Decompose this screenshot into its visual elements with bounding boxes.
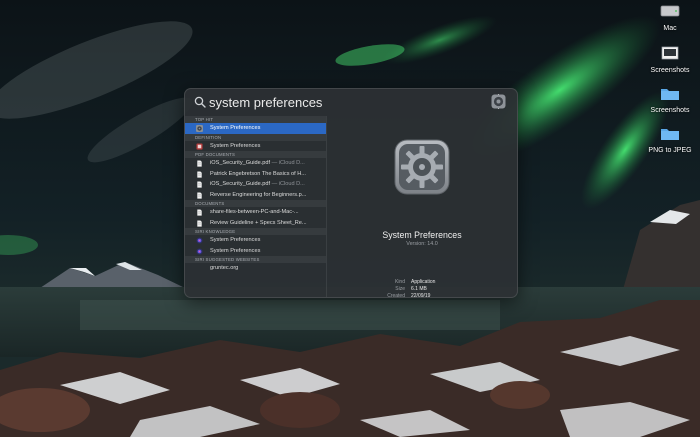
result-title: Patrick Engebretson The Basics of H...	[210, 170, 306, 177]
desktop-item-label: Screenshots	[650, 67, 690, 74]
result-title: share-files-between-PC-and-Mac-...	[210, 209, 299, 215]
metadata-key: Created	[387, 293, 405, 298]
section-header: SIRI SUGGESTED WEBSITES	[185, 256, 326, 263]
result-title: System Preferences	[210, 125, 261, 131]
result-title: iOS_Security_Guide.pdf	[210, 181, 271, 187]
result-item[interactable]: Patrick Engebretson The Basics of H...	[185, 169, 326, 180]
siri-icon	[196, 247, 203, 255]
desktop-item-label: Mac	[663, 25, 677, 32]
result-label: System Preferences	[210, 141, 260, 152]
section-header: SIRI KNOWLEDGE	[185, 228, 326, 235]
result-label: iOS_Security_Guide.pdf — iCloud D...	[210, 179, 305, 190]
result-item[interactable]: gruntec.org	[185, 263, 326, 274]
desktop-item-label: PNG to JPEG	[648, 147, 692, 154]
metadata-row: Kind Application	[367, 279, 507, 286]
metadata-key: Kind	[394, 279, 405, 285]
result-item[interactable]: Reverse Engineering for Beginners.p...	[185, 190, 326, 201]
result-label: Patrick Engebretson The Basics of H...	[210, 169, 306, 180]
gear-icon	[394, 139, 450, 195]
document-icon	[196, 170, 203, 178]
result-item[interactable]: System Preferences	[185, 141, 326, 152]
result-title: System Preferences	[210, 247, 261, 254]
section-header: DOCUMENTS	[185, 200, 326, 207]
section-header: DEFINITION	[185, 133, 326, 141]
preview-metadata: Kind Application Size 6.1 MB Created 22/09/19…	[367, 279, 507, 298]
hard-drive-icon	[660, 5, 680, 17]
result-title: System Preferences	[210, 142, 261, 149]
metadata-row: Created 22/09/19	[367, 293, 507, 298]
section-header: TOP HIT	[185, 116, 326, 123]
document-icon	[196, 181, 203, 188]
result-item[interactable]: System Preferences	[185, 246, 326, 257]
result-label: System Preferences	[210, 246, 260, 257]
metadata-key: Size	[395, 286, 405, 292]
result-title: gruntec.org	[210, 265, 239, 271]
spotlight-search-bar	[185, 89, 517, 115]
document-icon	[196, 191, 203, 199]
gear-icon[interactable]	[491, 94, 506, 109]
result-item[interactable]: share-files-between-PC-and-Mac-...	[185, 207, 326, 218]
result-label: Reverse Engineering for Beginners.p...	[210, 190, 306, 201]
desktop-item-mac[interactable]: Mac	[640, 3, 700, 33]
result-title: iOS_Security_Guide.pdf	[210, 160, 271, 166]
result-label: share-files-between-PC-and-Mac-...	[210, 207, 299, 218]
metadata-value: 6.1 MB	[411, 286, 427, 292]
desktop-item-screenshots-file[interactable]: Screenshots	[640, 45, 700, 75]
siri-icon	[196, 237, 203, 244]
result-label: iOS_Security_Guide.pdf — iCloud D...	[210, 158, 305, 169]
document-icon	[196, 219, 203, 227]
result-label: gruntec.org	[210, 263, 238, 274]
preview-version: Version: 14.0	[406, 241, 438, 247]
result-item[interactable]: iOS_Security_Guide.pdf — iCloud D...	[185, 158, 326, 169]
spotlight-search-input[interactable]	[209, 93, 479, 111]
result-item[interactable]: iOS_Security_Guide.pdf — iCloud D...	[185, 179, 326, 190]
metadata-value: Application	[411, 279, 436, 285]
search-icon	[194, 96, 206, 108]
metadata-value: 22/09/19	[411, 293, 431, 298]
desktop-item-label: Screenshots	[650, 107, 690, 114]
spotlight-panel: TOP HITSystem PreferencesDEFINITIONSyste…	[184, 88, 518, 298]
results-list: TOP HIT System Preferences DEFINITION Syste…	[185, 116, 326, 297]
document-icon	[196, 160, 203, 167]
result-location: — iCloud D...	[270, 160, 305, 166]
document-icon	[196, 209, 203, 216]
result-item[interactable]: System Preferences	[185, 235, 326, 246]
folder-icon	[661, 129, 679, 140]
desktop-item-screenshots-folder[interactable]: Screenshots	[640, 85, 700, 115]
result-label: System Preferences	[210, 123, 260, 134]
result-title: Review Guideline + Specs Sheet_Re...	[210, 219, 307, 226]
folder-icon	[661, 89, 679, 100]
result-title: Reverse Engineering for Beginners.p...	[210, 191, 307, 198]
dictionary-icon	[196, 142, 203, 150]
result-item[interactable]: System Preferences	[185, 123, 326, 134]
gear-icon	[196, 125, 203, 132]
result-label: System Preferences	[210, 235, 260, 246]
desktop-item-png-to-jpeg[interactable]: PNG to JPEG	[640, 125, 700, 155]
metadata-row: Size 6.1 MB	[367, 286, 507, 293]
preview-pane: System Preferences Version: 14.0 Kind App…	[327, 116, 517, 297]
section-header: PDF DOCUMENTS	[185, 151, 326, 158]
result-location: — iCloud D...	[270, 181, 305, 187]
preview-title: System Preferences	[382, 230, 462, 240]
result-item[interactable]: Review Guideline + Specs Sheet_Re...	[185, 218, 326, 229]
screenshot-icon	[661, 46, 679, 60]
result-label: Review Guideline + Specs Sheet_Re...	[210, 218, 307, 229]
result-title: System Preferences	[210, 237, 261, 243]
